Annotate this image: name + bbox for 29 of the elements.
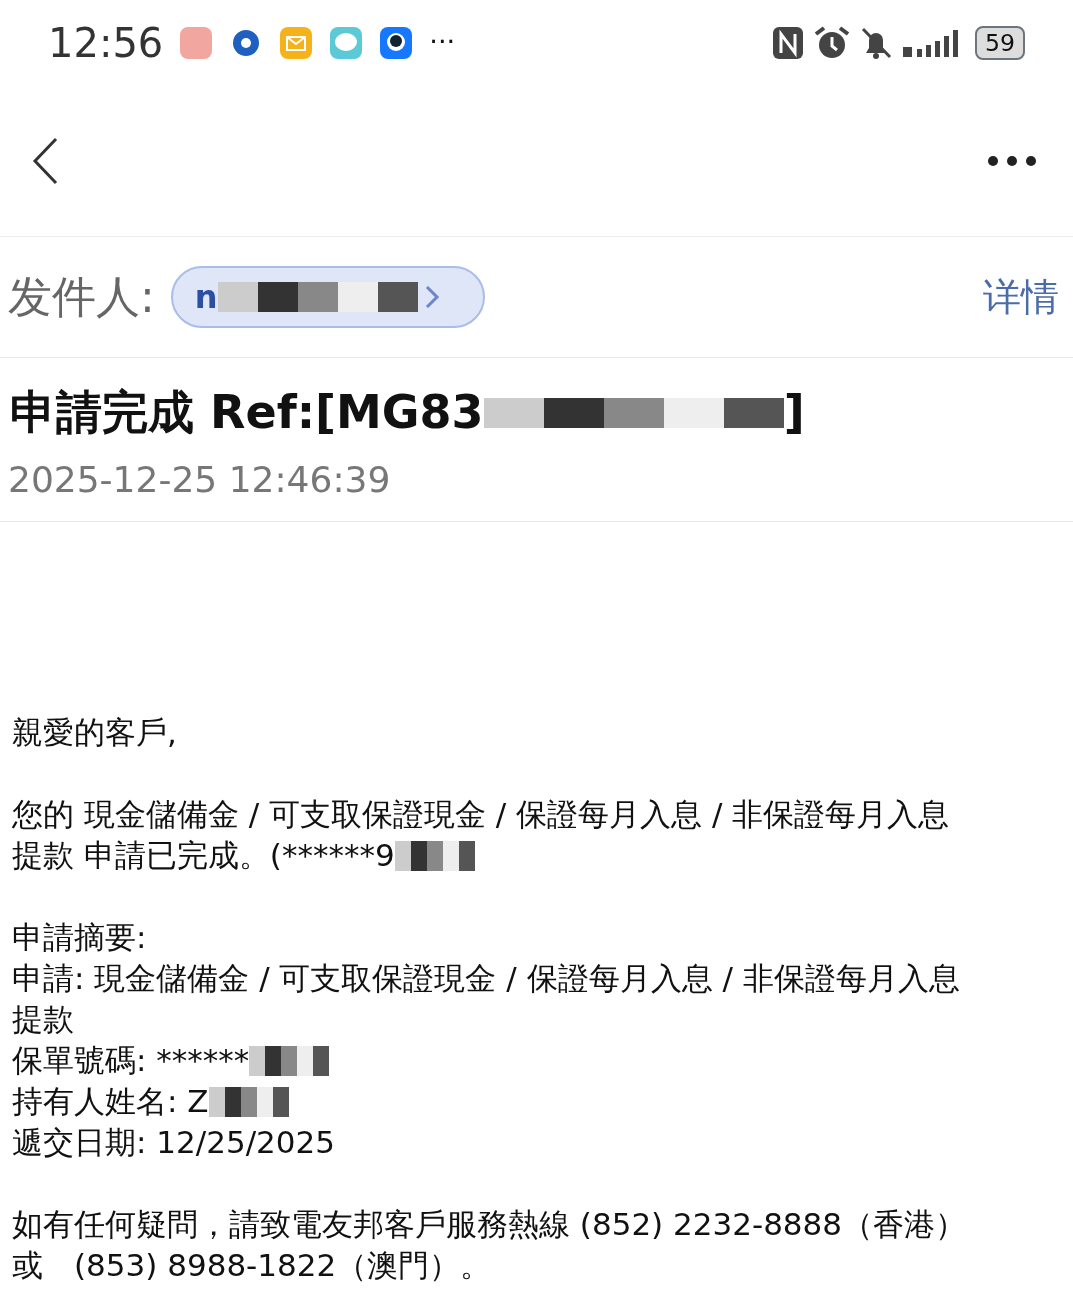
more-notifications: ··· — [429, 25, 456, 60]
body-text: 提款 申請已完成。(******9 — [12, 836, 395, 875]
body-text: 親愛的客戶, — [12, 713, 177, 752]
sender-chip[interactable]: n — [170, 266, 485, 328]
subject-text: 申請完成 Ref:[MG83 — [10, 384, 484, 441]
battery-indicator: 59 — [974, 25, 1025, 60]
app-icon — [379, 25, 414, 60]
subject-bracket: ] — [783, 384, 805, 441]
body-text: 如有任何疑問，請致電友邦客戶服務熱線 (852) 2232-8888（香港） — [12, 1205, 967, 1244]
body-text: 保單號碼: ****** — [12, 1041, 250, 1080]
more-icon[interactable] — [987, 154, 1037, 167]
back-icon[interactable] — [30, 135, 60, 186]
details-link[interactable]: 详情 — [983, 268, 1059, 326]
body-text: 提款 — [12, 1000, 74, 1039]
body-text: 或 (853) 8988-1822（澳門）。 — [12, 1246, 492, 1285]
sender-label: 发件人: — [8, 270, 155, 324]
body-text: 遞交日期: 12/25/2025 — [12, 1123, 335, 1162]
email-date: 2025-12-25 12:46:39 — [0, 447, 1073, 522]
alarm-icon — [812, 24, 851, 61]
app-icon — [179, 25, 214, 60]
mail-icon — [279, 25, 314, 60]
chevron-icon — [423, 284, 440, 310]
nfc-icon — [770, 24, 805, 61]
body-text: 您的 現金儲備金 / 可支取保證現金 / 保證每月入息 / 非保證每月入息 — [12, 795, 950, 834]
body-text: 申請: 現金儲備金 / 可支取保證現金 / 保證每月入息 / 非保證每月入息 — [12, 959, 960, 998]
chat-icon — [329, 25, 364, 60]
body-text: 申請摘要: — [12, 918, 147, 957]
status-time: 12:56 — [48, 18, 164, 68]
body-text: 持有人姓名: Z — [12, 1082, 209, 1121]
